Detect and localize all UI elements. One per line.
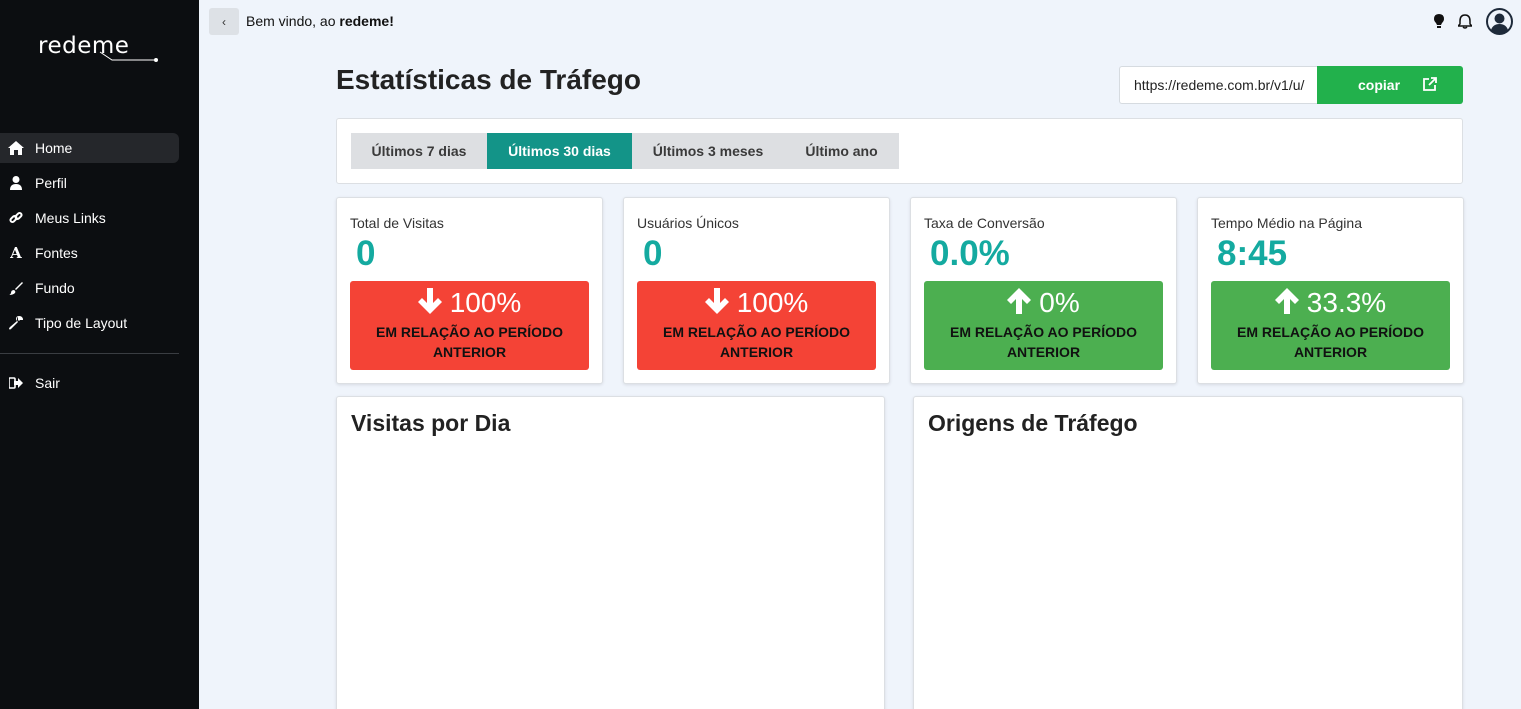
welcome-name: redeme! (339, 13, 394, 29)
arrow-up-icon (1007, 287, 1032, 319)
profile-url-field[interactable]: https://redeme.com.br/v1/u/ (1119, 66, 1317, 104)
bell-icon[interactable] (1458, 14, 1472, 29)
tab-ultimo-ano[interactable]: Último ano (784, 133, 899, 169)
stat-change-value: 33.3% (1306, 287, 1387, 318)
link-icon (8, 210, 24, 226)
welcome-prefix: Bem vindo, ao (246, 13, 340, 29)
user-avatar-icon[interactable] (1486, 8, 1513, 35)
stat-label: Total de Visitas (350, 215, 444, 231)
period-tabs: Últimos 7 dias Últimos 30 dias Últimos 3… (351, 133, 899, 169)
sidebar-item-label: Home (35, 140, 73, 156)
stat-change-caption: EM RELAÇÃO AO PERÍODO ANTERIOR (1237, 324, 1424, 360)
stat-change-badge: 100% EM RELAÇÃO AO PERÍODO ANTERIOR (350, 281, 589, 370)
chart-title: Visitas por Dia (351, 410, 511, 436)
arrow-down-icon (704, 287, 729, 319)
sidebar-item-tipo-de-layout[interactable]: Tipo de Layout (0, 308, 179, 338)
stat-label: Usuários Únicos (637, 215, 739, 231)
stat-change-caption: EM RELAÇÃO AO PERÍODO ANTERIOR (376, 324, 563, 360)
brush-icon (8, 280, 24, 296)
stat-label: Tempo Médio na Página (1211, 215, 1362, 231)
stat-value: 0 (643, 234, 663, 273)
stat-card-total-visitas: Total de Visitas 0 100% EM RELAÇÃO AO PE… (336, 197, 603, 384)
stat-card-usuarios-unicos: Usuários Únicos 0 100% EM RELAÇÃO AO PER… (623, 197, 890, 384)
sidebar-item-label: Meus Links (35, 210, 106, 226)
stat-card-tempo-medio: Tempo Médio na Página 8:45 33.3% EM RELA… (1197, 197, 1464, 384)
chart-card-origens-de-trafego: Origens de Tráfego (913, 396, 1463, 709)
tab-ultimos-7-dias[interactable]: Últimos 7 dias (351, 133, 487, 169)
external-link-icon (1423, 76, 1437, 94)
arrow-down-icon (417, 287, 442, 319)
sidebar-item-fontes[interactable]: A Fontes (0, 238, 179, 268)
logo-circuit-icon (99, 51, 158, 62)
sidebar-item-label: Perfil (35, 175, 67, 191)
stat-value: 0.0% (930, 234, 1010, 273)
sidebar-nav: Home Perfil Meus Links A Fontes Fundo Ti… (0, 133, 179, 343)
stat-change-caption: EM RELAÇÃO AO PERÍODO ANTERIOR (950, 324, 1137, 360)
sidebar-item-perfil[interactable]: Perfil (0, 168, 179, 198)
redeme-logo[interactable]: redeme (38, 33, 163, 73)
topbar-icons (1434, 8, 1513, 35)
chevron-left-icon: ‹ (222, 14, 226, 29)
copy-url-button[interactable]: copiar (1317, 66, 1463, 104)
stat-change-badge: 33.3% EM RELAÇÃO AO PERÍODO ANTERIOR (1211, 281, 1450, 370)
sidebar-divider (0, 353, 179, 354)
stat-value: 0 (356, 234, 376, 273)
stat-change-badge: 0% EM RELAÇÃO AO PERÍODO ANTERIOR (924, 281, 1163, 370)
chart-card-visitas-por-dia: Visitas por Dia (336, 396, 885, 709)
stat-change-badge: 100% EM RELAÇÃO AO PERÍODO ANTERIOR (637, 281, 876, 370)
chart-title: Origens de Tráfego (928, 410, 1138, 436)
stat-label: Taxa de Conversão (924, 215, 1045, 231)
sidebar-item-home[interactable]: Home (0, 133, 179, 163)
sidebar-item-label: Tipo de Layout (35, 315, 128, 331)
sidebar: redeme Home Perfil Meus Links A Fontes F… (0, 0, 199, 709)
stat-change-value: 0% (1039, 287, 1080, 318)
stat-change-value: 100% (736, 287, 809, 318)
font-icon: A (10, 244, 22, 262)
home-icon (8, 140, 24, 156)
user-icon (8, 175, 24, 191)
tab-ultimos-3-meses[interactable]: Últimos 3 meses (632, 133, 784, 169)
sidebar-item-label: Fundo (35, 280, 75, 296)
lightbulb-icon[interactable] (1434, 14, 1444, 29)
stat-value: 8:45 (1217, 234, 1288, 273)
stat-change-value: 100% (449, 287, 522, 318)
wrench-icon (8, 315, 24, 331)
sidebar-item-meus-links[interactable]: Meus Links (0, 203, 179, 233)
page-title: Estatísticas de Tráfego (336, 64, 642, 95)
sidebar-item-label: Fontes (35, 245, 78, 261)
tab-ultimos-30-dias[interactable]: Últimos 30 dias (487, 133, 632, 169)
arrow-up-icon (1274, 287, 1299, 319)
sidebar-item-label: Sair (35, 375, 60, 391)
sidebar-toggle-button[interactable]: ‹ (209, 8, 239, 35)
welcome-message: Bem vindo, ao redeme! (246, 13, 394, 29)
sidebar-item-fundo[interactable]: Fundo (0, 273, 179, 303)
stat-card-taxa-conversao: Taxa de Conversão 0.0% 0% EM RELAÇÃO AO … (910, 197, 1177, 384)
period-filter-card: Últimos 7 dias Últimos 30 dias Últimos 3… (336, 118, 1463, 184)
sign-out-icon (8, 375, 24, 391)
stat-change-caption: EM RELAÇÃO AO PERÍODO ANTERIOR (663, 324, 850, 360)
copy-button-label: copiar (1358, 77, 1401, 93)
sidebar-item-sair[interactable]: Sair (0, 368, 179, 398)
